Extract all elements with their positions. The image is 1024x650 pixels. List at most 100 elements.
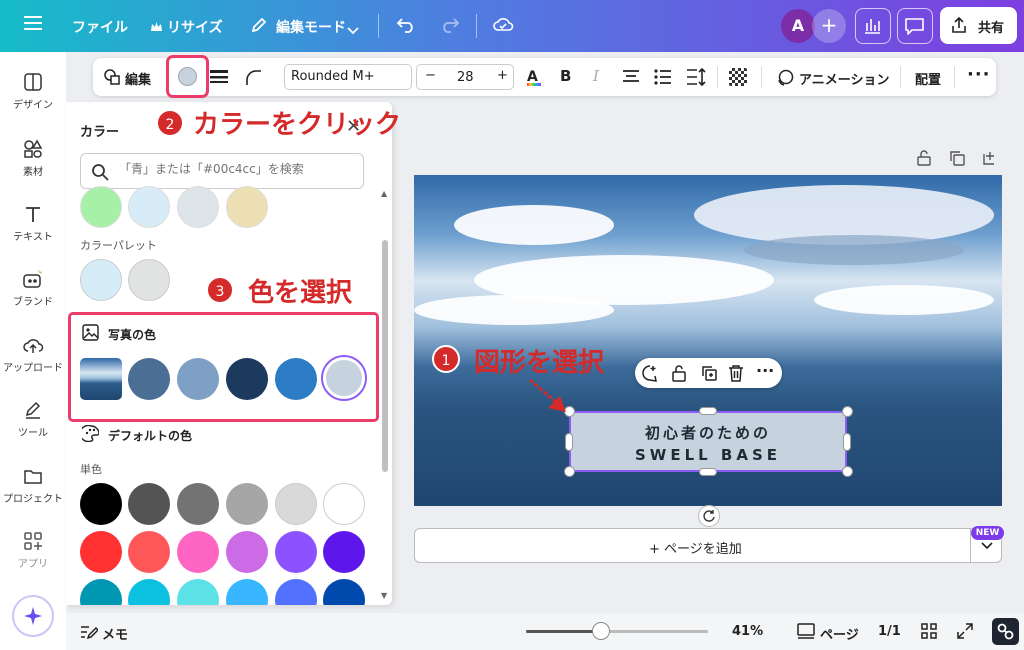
- color-swatch[interactable]: [128, 483, 170, 525]
- crown-icon: [150, 18, 163, 37]
- font-size-value[interactable]: 28: [457, 70, 474, 85]
- chevron-down-icon[interactable]: [347, 20, 359, 39]
- font-family-select[interactable]: Rounded M+: [284, 64, 412, 90]
- line-spacing-icon[interactable]: [686, 68, 706, 86]
- color-swatch[interactable]: [128, 579, 170, 605]
- color-swatch[interactable]: [80, 531, 122, 573]
- animation-button[interactable]: アニメーション: [799, 69, 889, 88]
- comment-button[interactable]: [897, 8, 933, 44]
- add-page-button[interactable]: + ページを追加: [414, 528, 1002, 563]
- color-swatch[interactable]: [226, 531, 268, 573]
- color-swatch[interactable]: [226, 483, 268, 525]
- italic-icon[interactable]: I: [593, 67, 599, 85]
- edit-button[interactable]: 編集: [125, 69, 151, 88]
- border-weight-icon[interactable]: [210, 69, 228, 85]
- color-swatch[interactable]: [80, 259, 122, 301]
- divider: [717, 66, 718, 88]
- color-swatch[interactable]: [323, 531, 365, 573]
- rail-item-elements[interactable]: 素材: [0, 139, 66, 178]
- rail-item-apps[interactable]: アプリ: [0, 531, 66, 570]
- resize-handle[interactable]: [843, 433, 851, 451]
- resize-handle[interactable]: [699, 468, 717, 476]
- trash-icon[interactable]: [728, 364, 744, 382]
- color-swatch[interactable]: [80, 483, 122, 525]
- scroll-up-icon[interactable]: ▲: [381, 189, 387, 198]
- color-swatch[interactable]: [177, 186, 219, 228]
- share-button[interactable]: 共有: [940, 7, 1017, 44]
- magic-assistant-button[interactable]: [12, 595, 54, 637]
- cloud-saved-icon[interactable]: [492, 15, 514, 37]
- solid-colors-label: 単色: [80, 463, 102, 476]
- color-swatch[interactable]: [177, 579, 219, 605]
- resize-handle[interactable]: [842, 406, 853, 417]
- arrange-button[interactable]: 配置: [915, 69, 941, 88]
- add-collaborator-button[interactable]: +: [812, 9, 846, 43]
- chevron-down-icon[interactable]: [981, 542, 993, 550]
- selected-text-shape[interactable]: 初心者のための SWELL BASE: [569, 411, 847, 472]
- rail-item-design[interactable]: デザイン: [0, 72, 66, 111]
- color-swatch[interactable]: [275, 579, 317, 605]
- fill-color-button[interactable]: [166, 55, 209, 98]
- more-options-icon[interactable]: ···: [967, 64, 991, 85]
- notes-button[interactable]: メモ: [102, 624, 128, 643]
- color-swatch[interactable]: [177, 483, 219, 525]
- insights-button[interactable]: [855, 8, 891, 44]
- color-search-field[interactable]: [80, 153, 364, 189]
- color-search-input[interactable]: [119, 162, 359, 176]
- bold-icon[interactable]: B: [560, 67, 571, 85]
- rail-item-text[interactable]: テキスト: [0, 204, 66, 243]
- color-swatch[interactable]: [226, 186, 268, 228]
- grid-view-icon[interactable]: [921, 623, 937, 639]
- color-swatch[interactable]: [128, 259, 170, 301]
- zoom-slider-knob[interactable]: [591, 622, 610, 640]
- duplicate-icon[interactable]: [700, 364, 718, 382]
- font-size-stepper[interactable]: − 28 +: [416, 64, 514, 90]
- panel-scrollbar[interactable]: [382, 240, 388, 472]
- rotate-handle[interactable]: [698, 505, 720, 527]
- rail-item-brand[interactable]: ブランド: [0, 267, 66, 308]
- avatar[interactable]: A: [781, 9, 815, 43]
- corner-rounding-icon[interactable]: [244, 68, 262, 86]
- edit-mode-menu[interactable]: 編集モード: [276, 17, 346, 37]
- align-center-icon[interactable]: [622, 69, 640, 85]
- list-icon[interactable]: [654, 69, 672, 85]
- color-swatch[interactable]: [80, 579, 122, 605]
- color-swatch[interactable]: [275, 483, 317, 525]
- resize-handle[interactable]: [842, 466, 853, 477]
- resize-handle[interactable]: [699, 407, 717, 415]
- pages-button[interactable]: ページ: [820, 624, 859, 643]
- decrease-size-button[interactable]: −: [425, 68, 436, 83]
- scroll-down-icon[interactable]: ▼: [381, 591, 387, 600]
- zoom-value[interactable]: 41%: [732, 624, 763, 639]
- color-swatch[interactable]: [128, 186, 170, 228]
- color-swatch[interactable]: [80, 186, 122, 228]
- resize-handle[interactable]: [564, 466, 575, 477]
- resize-menu[interactable]: リサイズ: [167, 17, 223, 37]
- increase-size-button[interactable]: +: [497, 68, 508, 83]
- transparency-icon[interactable]: [729, 68, 747, 86]
- fullscreen-icon[interactable]: [957, 623, 973, 639]
- edit-shape-icon[interactable]: [103, 68, 121, 86]
- add-page-icon[interactable]: [982, 150, 998, 166]
- lock-page-icon[interactable]: [916, 150, 932, 166]
- color-swatch[interactable]: [177, 531, 219, 573]
- undo-icon[interactable]: [396, 15, 416, 37]
- rail-item-projects[interactable]: プロジェクト: [0, 466, 66, 505]
- color-swatch[interactable]: [275, 531, 317, 573]
- redo-icon[interactable]: [440, 15, 460, 37]
- more-icon[interactable]: ···: [756, 361, 774, 380]
- duplicate-page-icon[interactable]: [949, 150, 965, 166]
- file-menu[interactable]: ファイル: [72, 17, 128, 37]
- rail-item-tools[interactable]: ツール: [0, 400, 66, 439]
- comment-add-icon[interactable]: [641, 364, 659, 382]
- rail-item-upload[interactable]: アップロード: [0, 335, 66, 374]
- color-swatch[interactable]: [323, 483, 365, 525]
- lock-icon[interactable]: [671, 364, 687, 382]
- text-color-icon[interactable]: A: [527, 66, 541, 86]
- resize-handle[interactable]: [565, 433, 573, 451]
- color-swatch[interactable]: [226, 579, 268, 605]
- color-swatch[interactable]: [323, 579, 365, 605]
- help-button[interactable]: [992, 618, 1019, 645]
- hamburger-menu-icon[interactable]: [24, 15, 42, 35]
- color-swatch[interactable]: [128, 531, 170, 573]
